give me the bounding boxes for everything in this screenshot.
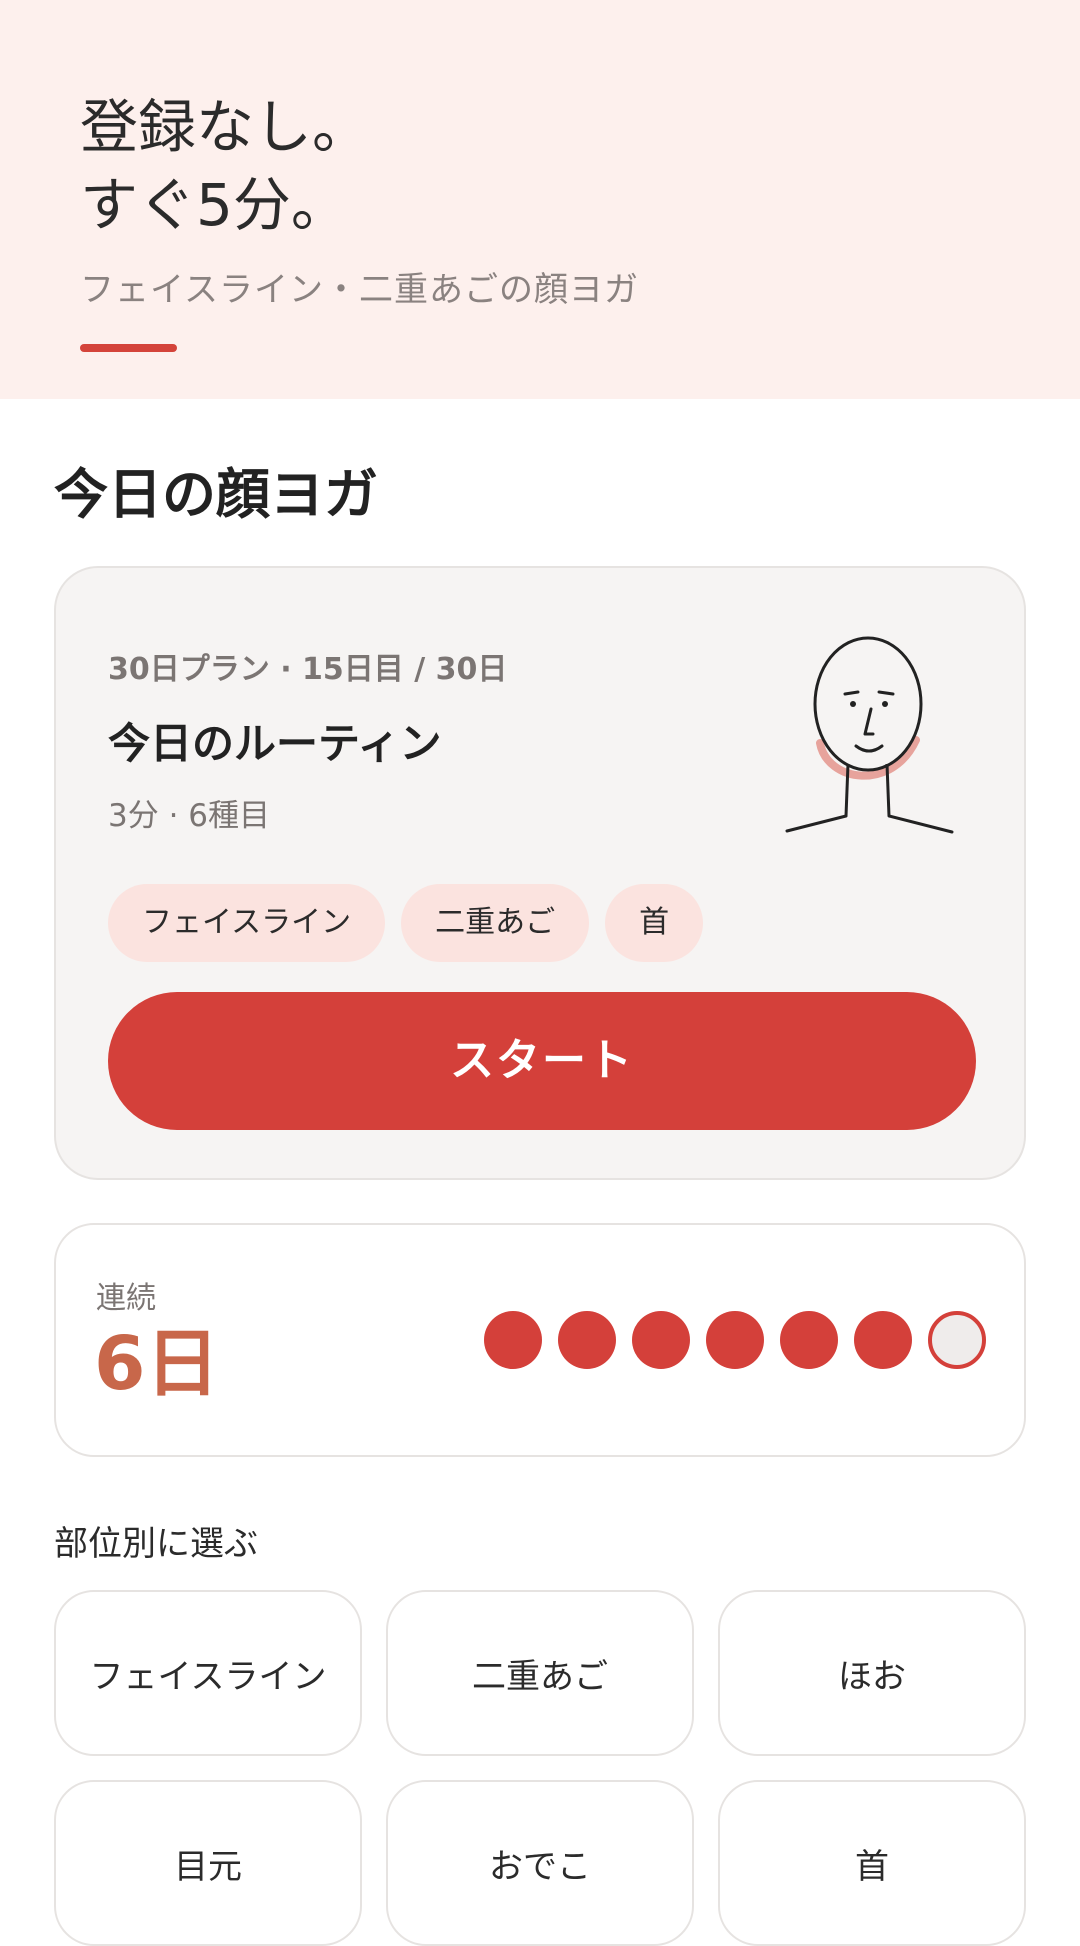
parts-section-title: 部位別に選ぶ <box>54 1524 258 1564</box>
part-button-faceline[interactable]: フェイスライン <box>54 1590 362 1756</box>
routine-detail: 3分 · 6種目 <box>108 798 271 834</box>
hero-title-line2: すぐ5分。 <box>80 171 349 239</box>
streak-dots <box>484 1311 986 1369</box>
tag-chip: 首 <box>605 884 704 962</box>
streak-label: 連続 <box>96 1281 156 1316</box>
face-outline-jawline-highlight-icon <box>785 636 954 834</box>
streak-dot-filled <box>854 1311 912 1369</box>
hero-accent-bar <box>80 344 177 352</box>
part-button-double-chin[interactable]: 二重あご <box>386 1590 694 1756</box>
streak-dot-filled <box>632 1311 690 1369</box>
parts-grid: フェイスライン 二重あご ほお 目元 おでこ 首 <box>54 1590 1026 1946</box>
part-button-cheeks[interactable]: ほお <box>718 1590 1026 1756</box>
part-button-neck[interactable]: 首 <box>718 1780 1026 1946</box>
hero-banner: 登録なし。 すぐ5分。 フェイスライン・二重あごの顔ヨガ <box>0 0 1080 399</box>
streak-card: 連続 6日 <box>54 1223 1026 1457</box>
streak-dot-filled <box>558 1311 616 1369</box>
hero-subtitle: フェイスライン・二重あごの顔ヨガ <box>80 270 639 310</box>
streak-value: 6日 <box>94 1321 220 1407</box>
tag-chip: フェイスライン <box>108 884 386 962</box>
today-routine-card: 30日プラン · 15日目 / 30日 今日のルーティン 3分 · 6種目 フェ… <box>54 566 1026 1180</box>
streak-dot-filled <box>706 1311 764 1369</box>
hero-title-line1: 登録なし。 <box>80 93 371 161</box>
streak-dot-filled <box>780 1311 838 1369</box>
plan-progress-meta: 30日プラン · 15日目 / 30日 <box>108 652 508 687</box>
section-title-today: 今日の顔ヨガ <box>54 463 378 526</box>
part-button-forehead[interactable]: おでこ <box>386 1780 694 1946</box>
routine-tags: フェイスライン 二重あご 首 <box>108 884 704 962</box>
streak-dot-empty <box>928 1311 986 1369</box>
streak-dot-filled <box>484 1311 542 1369</box>
tag-chip: 二重あご <box>401 884 590 962</box>
start-button[interactable]: スタート <box>108 992 976 1130</box>
routine-title: 今日のルーティン <box>108 719 442 768</box>
hero-title: 登録なし。 すぐ5分。 <box>80 88 370 244</box>
part-button-eyes[interactable]: 目元 <box>54 1780 362 1946</box>
